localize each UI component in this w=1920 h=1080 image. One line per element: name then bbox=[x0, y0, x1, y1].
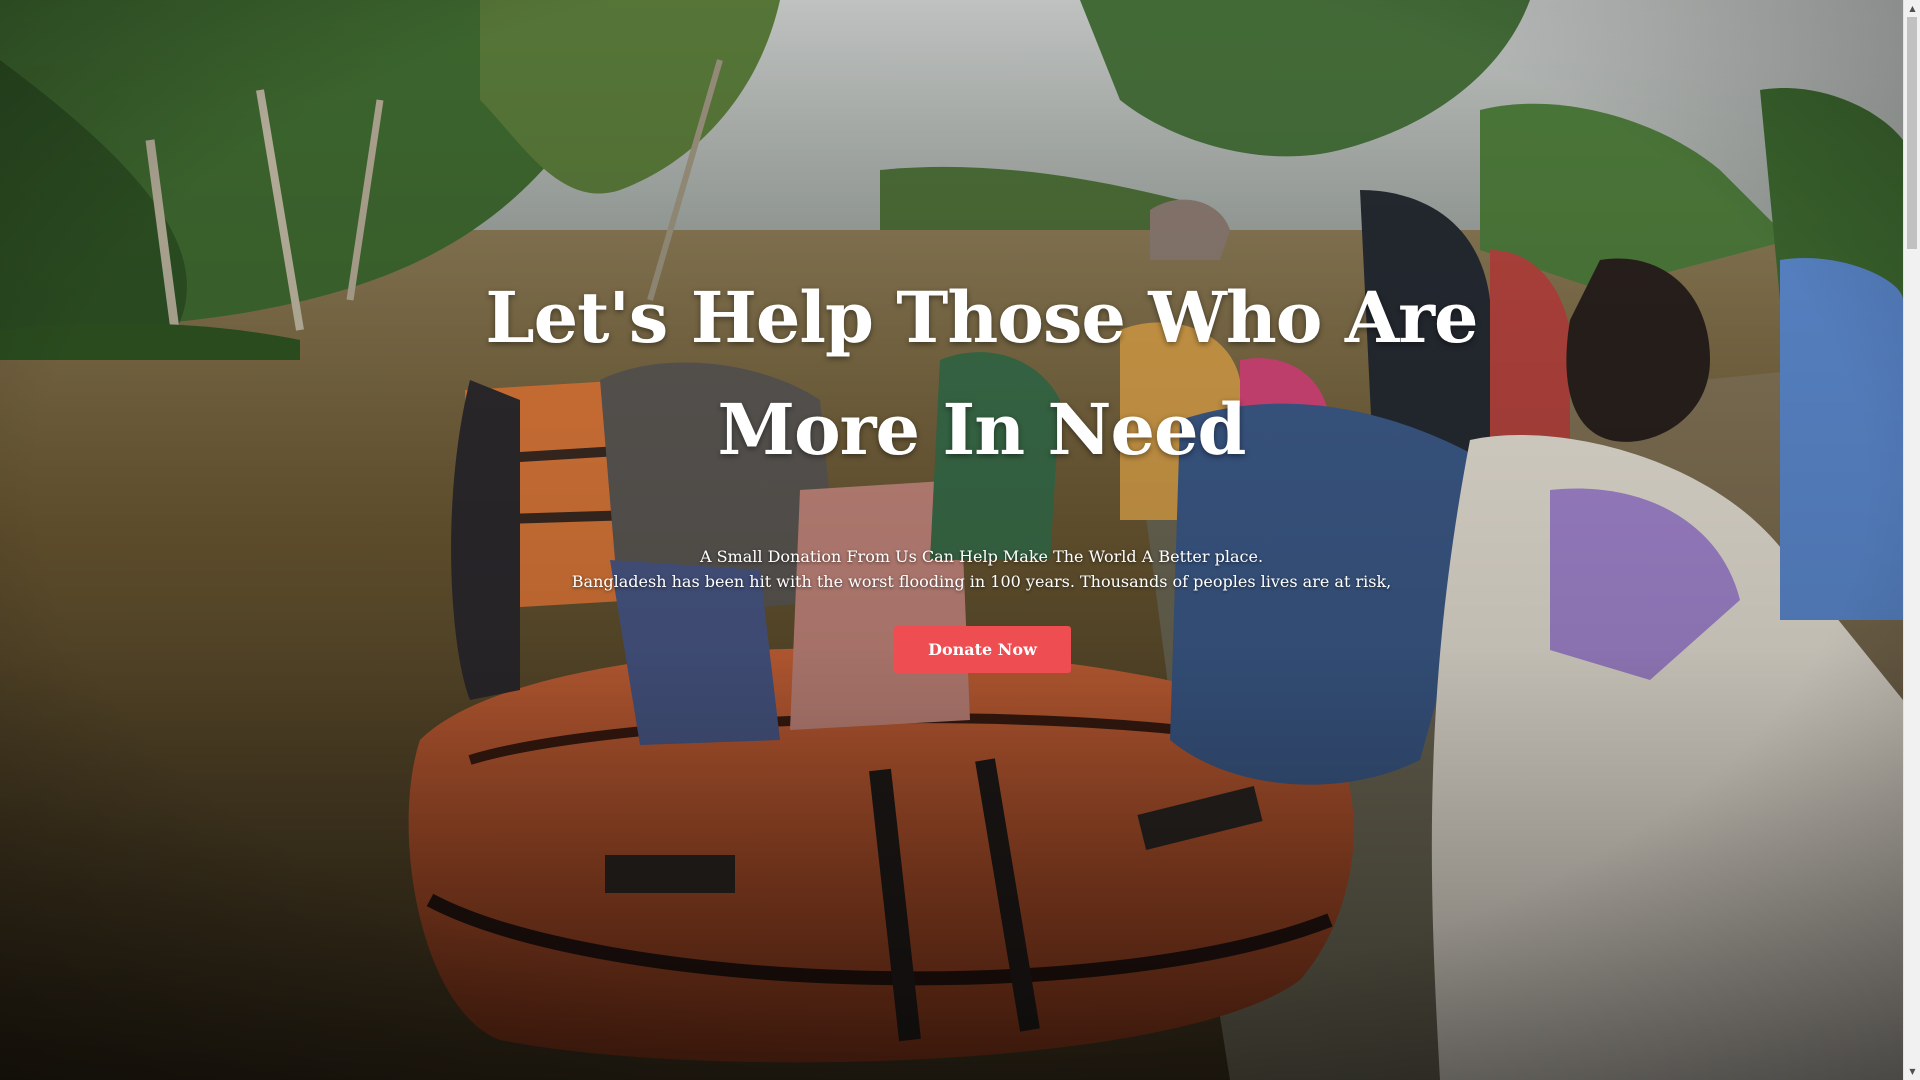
hero-description: Bangladesh has been hit with the worst f… bbox=[571, 572, 1392, 591]
hero-headline: Let's Help Those Who Are More In Need bbox=[485, 276, 1478, 471]
vertical-scrollbar[interactable]: ▲ ▼ bbox=[1903, 0, 1920, 1080]
arrow-down-icon[interactable]: ▼ bbox=[1904, 1063, 1920, 1080]
arrow-up-icon[interactable]: ▲ bbox=[1904, 0, 1920, 17]
hero-content: Let's Help Those Who Are More In Need A … bbox=[0, 0, 1903, 1080]
hero-subtitle: A Small Donation From Us Can Help Make T… bbox=[699, 547, 1264, 566]
donate-now-button[interactable]: Donate Now bbox=[894, 626, 1071, 673]
hero-section: Let's Help Those Who Are More In Need A … bbox=[0, 0, 1903, 1080]
scrollbar-thumb[interactable] bbox=[1907, 17, 1917, 249]
